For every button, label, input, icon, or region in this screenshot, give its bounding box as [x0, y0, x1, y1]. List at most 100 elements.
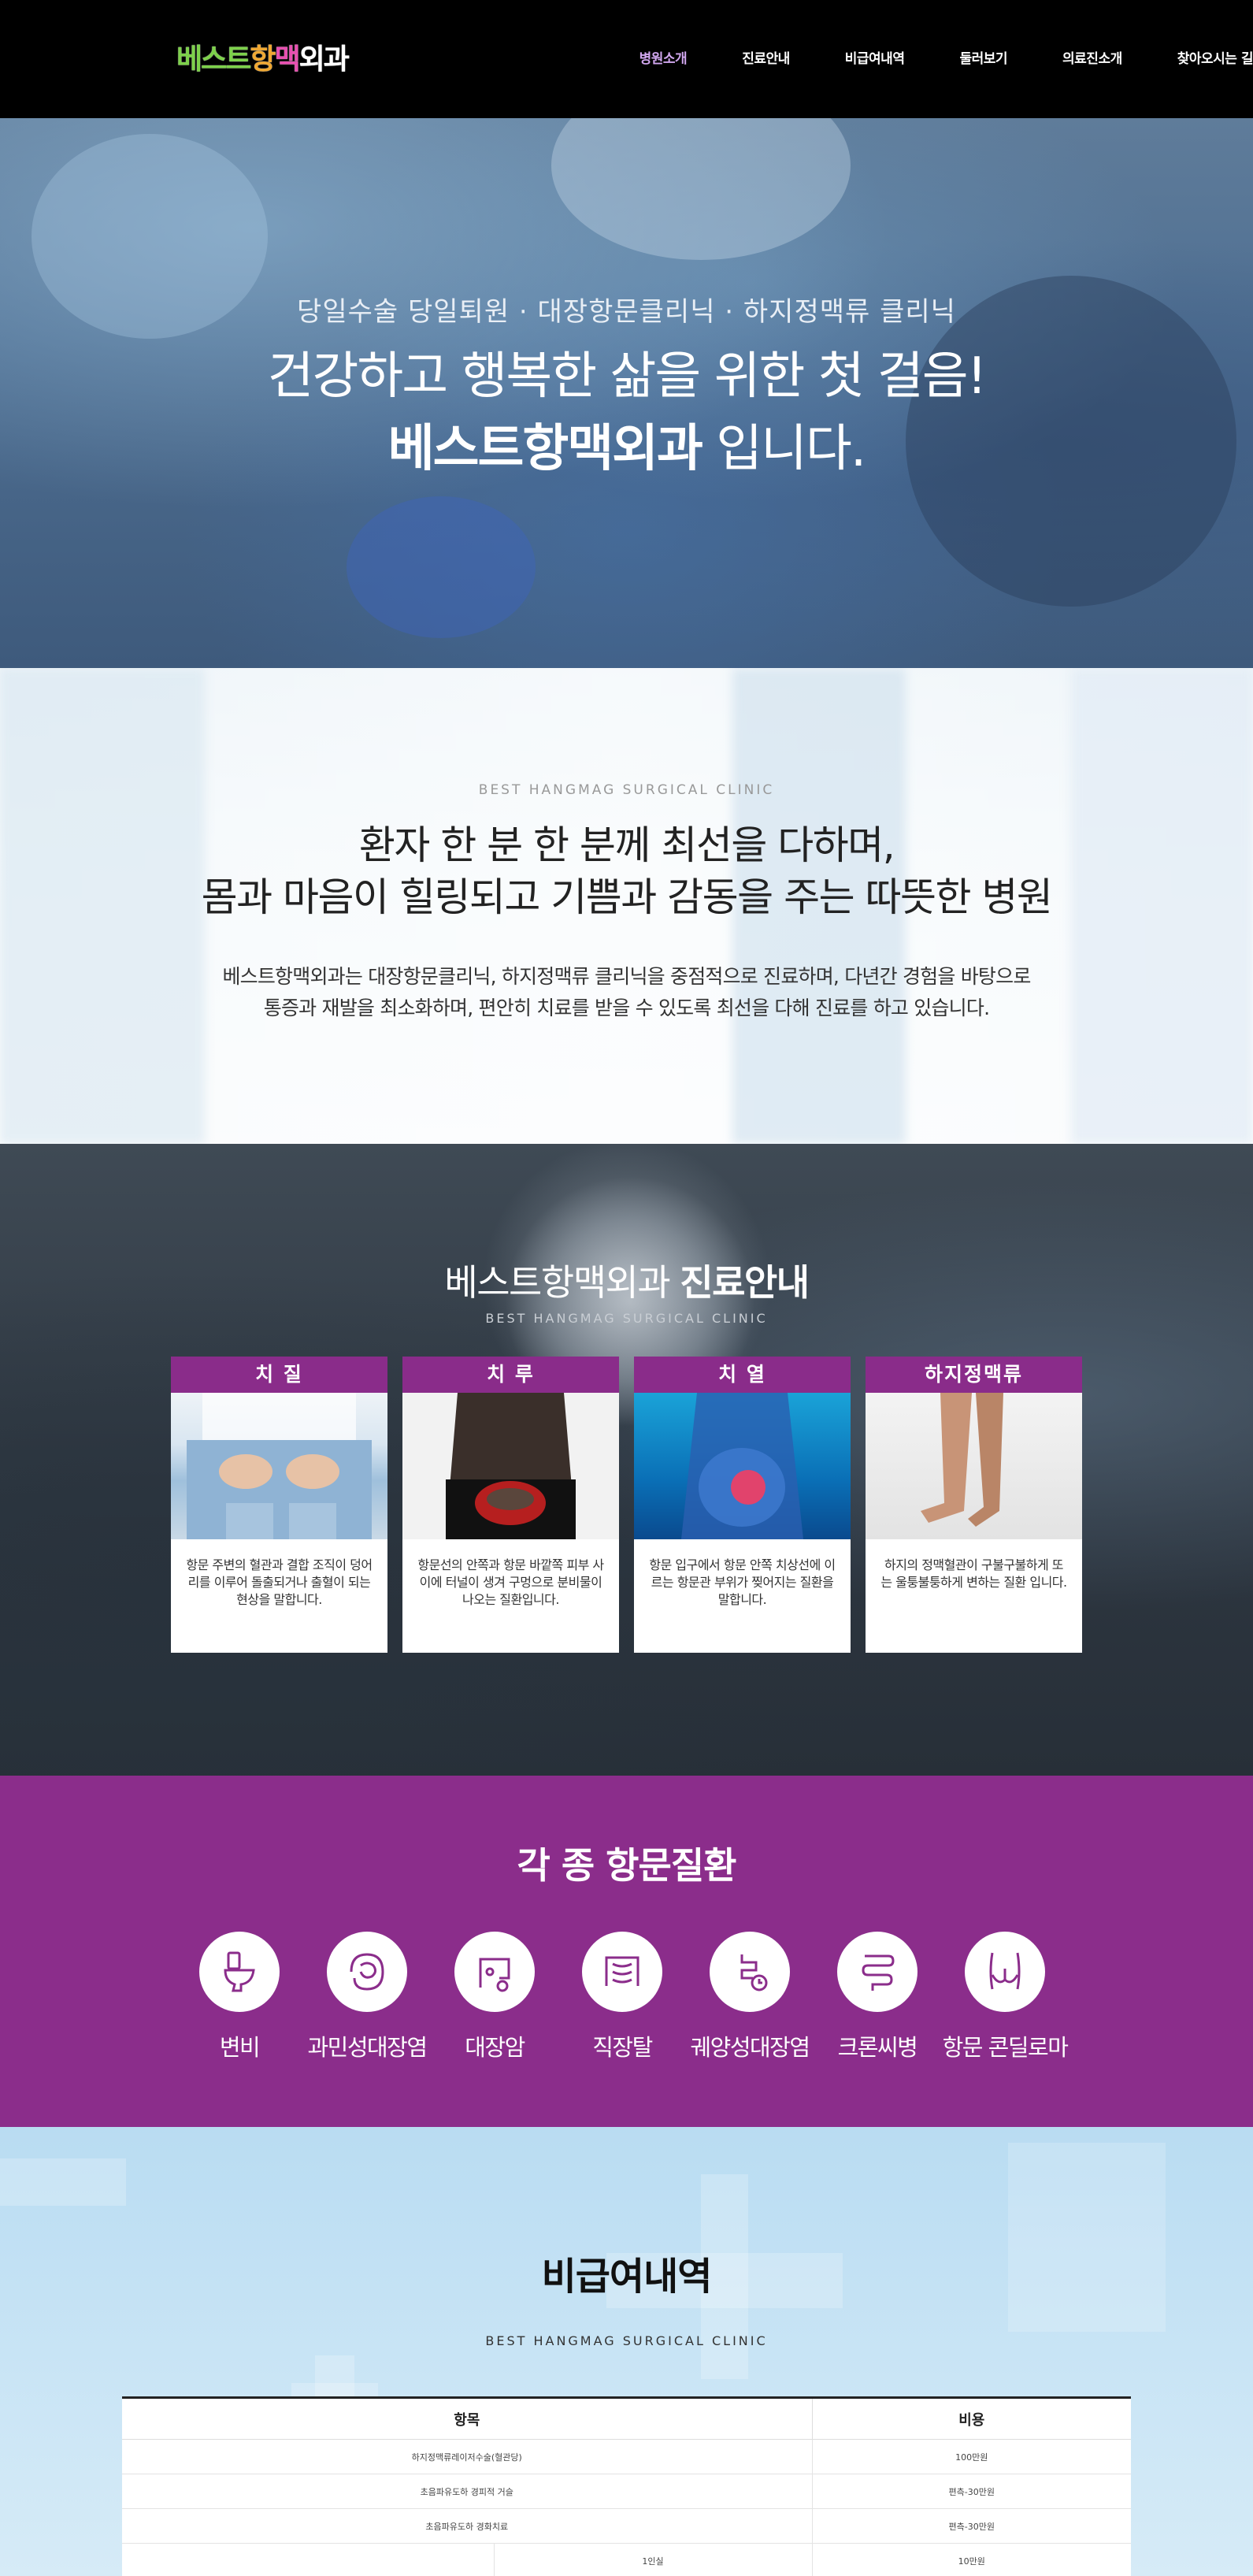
- site-header: 베스트항맥외과 병원소개 진료안내 비급여내역 둘러보기 의료진소개 찾아오시는…: [0, 0, 1253, 118]
- crohn-icon: [837, 1932, 918, 2012]
- card-image-varicose: [866, 1393, 1082, 1539]
- treatment-cards: 치 질 항문 주변의 혈관과 결합 조직이 덩어리를 이루어 돌출되거나 출혈이…: [171, 1357, 1082, 1653]
- treatment-subtitle: BEST HANGMAG SURGICAL CLINIC: [485, 1311, 768, 1326]
- toilet-icon: [199, 1932, 280, 2012]
- disease-label: 과민성대장염: [307, 2034, 428, 2061]
- treatment-card-fissure[interactable]: 치 열 항문 입구에서 항문 안쪽 치상선에 이르는 항문관 부위가 찢어지는 …: [634, 1357, 851, 1653]
- hero-bg-figure: [551, 118, 851, 260]
- intro-heading-line1: 환자 한 분 한 분께 최선을 다하며,: [358, 822, 895, 868]
- nav-item-about[interactable]: 병원소개: [639, 47, 688, 67]
- diseases-section: 각 종 항문질환 변비 과민성대장염 대장암 직장탈 궤양성대장염 크론씨병 항…: [0, 1776, 1253, 2127]
- cross-decoration: [0, 2158, 126, 2206]
- table-row: 초음파유도하 경피적 거슬 편측-30만원: [122, 2474, 1131, 2509]
- card-image-hemorrhoids: [171, 1393, 387, 1539]
- hero-brand: 베스트항맥외과: [387, 420, 703, 478]
- logo-part: 베스트: [176, 43, 251, 76]
- diseases-title: 각 종 항문질환: [517, 1844, 737, 1887]
- disease-item[interactable]: 궤양성대장염: [679, 1932, 821, 2062]
- disease-label: 직장탈: [592, 2034, 653, 2061]
- treatment-title-normal: 베스트항맥외과: [444, 1261, 680, 1304]
- disease-label: 크론씨병: [837, 2034, 918, 2061]
- treatment-card-varicose[interactable]: 하지정맥류 하지의 정맥혈관이 구불구불하게 또는 울퉁불퉁하게 변하는 질환 …: [866, 1357, 1082, 1653]
- disease-item[interactable]: 변비: [169, 1932, 310, 2062]
- card-image-fistula: [402, 1393, 619, 1539]
- treatment-card-hemorrhoids[interactable]: 치 질 항문 주변의 혈관과 결합 조직이 덩어리를 이루어 돌출되거나 출혈이…: [171, 1357, 387, 1653]
- card-description: 항문 입구에서 항문 안쪽 치상선에 이르는 항문관 부위가 찢어지는 질환을 …: [649, 1557, 836, 1607]
- column-header-cost: 비용: [812, 2397, 1131, 2440]
- disease-label: 대장암: [465, 2034, 525, 2061]
- nav-item-treatment[interactable]: 진료안내: [742, 47, 790, 67]
- hero-line1: 건강하고 행복한 삶을 위한 첫 걸음!: [267, 347, 988, 406]
- card-description: 항문 주변의 혈관과 결합 조직이 덩어리를 이루어 돌출되거나 출혈이 되는 …: [186, 1557, 373, 1607]
- column-header-item: 항목: [122, 2397, 813, 2440]
- table-header-row: 항목 비용: [122, 2397, 1131, 2440]
- treatment-title-bold: 진료안내: [680, 1261, 810, 1304]
- table-row: 초음파유도하 경화치료 편측-30만원: [122, 2508, 1131, 2544]
- rectum-icon: [582, 1932, 662, 2012]
- intro-heading: 환자 한 분 한 분께 최선을 다하며, 몸과 마음이 힐링되고 기쁨과 감동을…: [0, 819, 1253, 923]
- intestine-icon: [327, 1932, 407, 2012]
- card-title: 치 열: [634, 1357, 851, 1393]
- main-nav: 병원소개 진료안내 비급여내역 둘러보기 의료진소개 찾아오시는 길: [584, 47, 1253, 67]
- intro-body-line2: 통증과 재발을 최소화하며, 편안히 치료를 받을 수 있도록 최선을 다해 진…: [263, 997, 990, 1019]
- table-cell-item: 초음파유도하 경화치료: [122, 2508, 813, 2544]
- card-title: 치 루: [402, 1357, 619, 1393]
- card-description: 항문선의 안쪽과 항문 바깥쪽 피부 사이에 터널이 생겨 구멍으로 분비물이 …: [417, 1557, 604, 1607]
- nav-item-noncovered[interactable]: 비급여내역: [845, 47, 905, 67]
- disease-item[interactable]: 대장암: [424, 1932, 565, 2062]
- site-logo[interactable]: 베스트항맥외과: [176, 36, 350, 77]
- pricing-subtitle: BEST HANGMAG SURGICAL CLINIC: [485, 2333, 768, 2348]
- disease-label: 궤양성대장염: [690, 2034, 810, 2061]
- table-cell-cost: 10만원: [812, 2543, 1131, 2576]
- table-cell-item: 하지정맥류레이저수술(혈관당): [122, 2439, 813, 2474]
- logo-part: 항: [250, 43, 276, 76]
- pricing-table: 항목 비용 하지정맥류레이저수술(혈관당) 100만원 초음파유도하 경피적 거…: [122, 2396, 1131, 2576]
- hands-on-jeans-illustration: [187, 1393, 372, 1539]
- buttocks-icon: [965, 1932, 1045, 2012]
- card-title: 치 질: [171, 1357, 387, 1393]
- intro-section: BEST HANGMAG SURGICAL CLINIC 환자 한 분 한 분께…: [0, 668, 1253, 1144]
- table-cell-cost: 편측-30만원: [812, 2508, 1131, 2544]
- pelvis-pain-illustration: [681, 1393, 803, 1539]
- hero-line2: 베스트항맥외과 입니다.: [0, 413, 1253, 485]
- table-row: 하지정맥류레이저수술(혈관당) 100만원: [122, 2439, 1131, 2474]
- intro-body: 베스트항맥외과는 대장항문클리닉, 하지정맥류 클리닉을 중점적으로 진료하며,…: [0, 961, 1253, 1024]
- disease-label: 변비: [219, 2034, 261, 2061]
- logo-part: 맥: [274, 43, 301, 76]
- disease-item[interactable]: 항문 콘딜로마: [934, 1932, 1076, 2062]
- table-cell-cost: 100만원: [812, 2439, 1131, 2474]
- pricing-title: 비급여내역: [541, 2255, 713, 2299]
- disease-item[interactable]: 직장탈: [551, 1932, 693, 2062]
- intro-heading-line2: 몸과 마음이 힐링되고 기쁨과 감동을 주는 따뜻한 병원: [201, 874, 1053, 920]
- disease-item[interactable]: 과민성대장염: [296, 1932, 438, 2062]
- nav-item-directions[interactable]: 찾아오시는 길: [1177, 47, 1253, 67]
- table-cell-category: [122, 2543, 495, 2576]
- nav-item-doctors[interactable]: 의료진소개: [1062, 47, 1122, 67]
- disease-item[interactable]: 크론씨병: [806, 1932, 948, 2062]
- table-cell-item: 초음파유도하 경피적 거슬: [122, 2474, 813, 2509]
- intro-eyebrow: BEST HANGMAG SURGICAL CLINIC: [478, 782, 775, 798]
- hero-subtitle: 당일수술 당일퇴원 · 대장항문클리닉 · 하지정맥류 클리닉: [297, 296, 956, 328]
- intro-body-line1: 베스트항맥외과는 대장항문클리닉, 하지정맥류 클리닉을 중점적으로 진료하며,…: [222, 965, 1031, 988]
- hero-title: 건강하고 행복한 삶을 위한 첫 걸음! 베스트항맥외과 입니다.: [0, 340, 1253, 485]
- nav-item-tour[interactable]: 둘러보기: [959, 47, 1007, 67]
- treatment-card-fistula[interactable]: 치 루 항문선의 안쪽과 항문 바깥쪽 피부 사이에 터널이 생겨 구멍으로 분…: [402, 1357, 619, 1653]
- card-title: 하지정맥류: [866, 1357, 1082, 1393]
- table-cell-item-sub: 1인실: [494, 2543, 813, 2576]
- table-cell-cost: 편측-30만원: [812, 2474, 1131, 2509]
- pricing-section: 비급여내역 BEST HANGMAG SURGICAL CLINIC 항목 비용…: [0, 2127, 1253, 2576]
- cross-decoration: [1008, 2143, 1166, 2332]
- card-description: 하지의 정맥혈관이 구불구불하게 또는 울퉁불퉁하게 변하는 질환 입니다.: [880, 1557, 1067, 1590]
- logo-part: 외과: [298, 43, 350, 76]
- table-row: 1인실 10만원: [122, 2543, 1131, 2576]
- back-pain-illustration: [446, 1393, 576, 1539]
- legs-illustration: [921, 1393, 1003, 1527]
- hero-line2-suffix: 입니다.: [701, 420, 866, 478]
- disease-label: 항문 콘딜로마: [942, 2034, 1069, 2061]
- treatment-title: 베스트항맥외과 진료안내: [0, 1254, 1253, 1306]
- treatment-section: 베스트항맥외과 진료안내 BEST HANGMAG SURGICAL CLINI…: [0, 1144, 1253, 1776]
- ulcer-colon-icon: [710, 1932, 790, 2012]
- hero-banner: 당일수술 당일퇴원 · 대장항문클리닉 · 하지정맥류 클리닉 건강하고 행복한…: [0, 118, 1253, 668]
- colon-cancer-icon: [454, 1932, 535, 2012]
- card-image-fissure: [634, 1393, 851, 1539]
